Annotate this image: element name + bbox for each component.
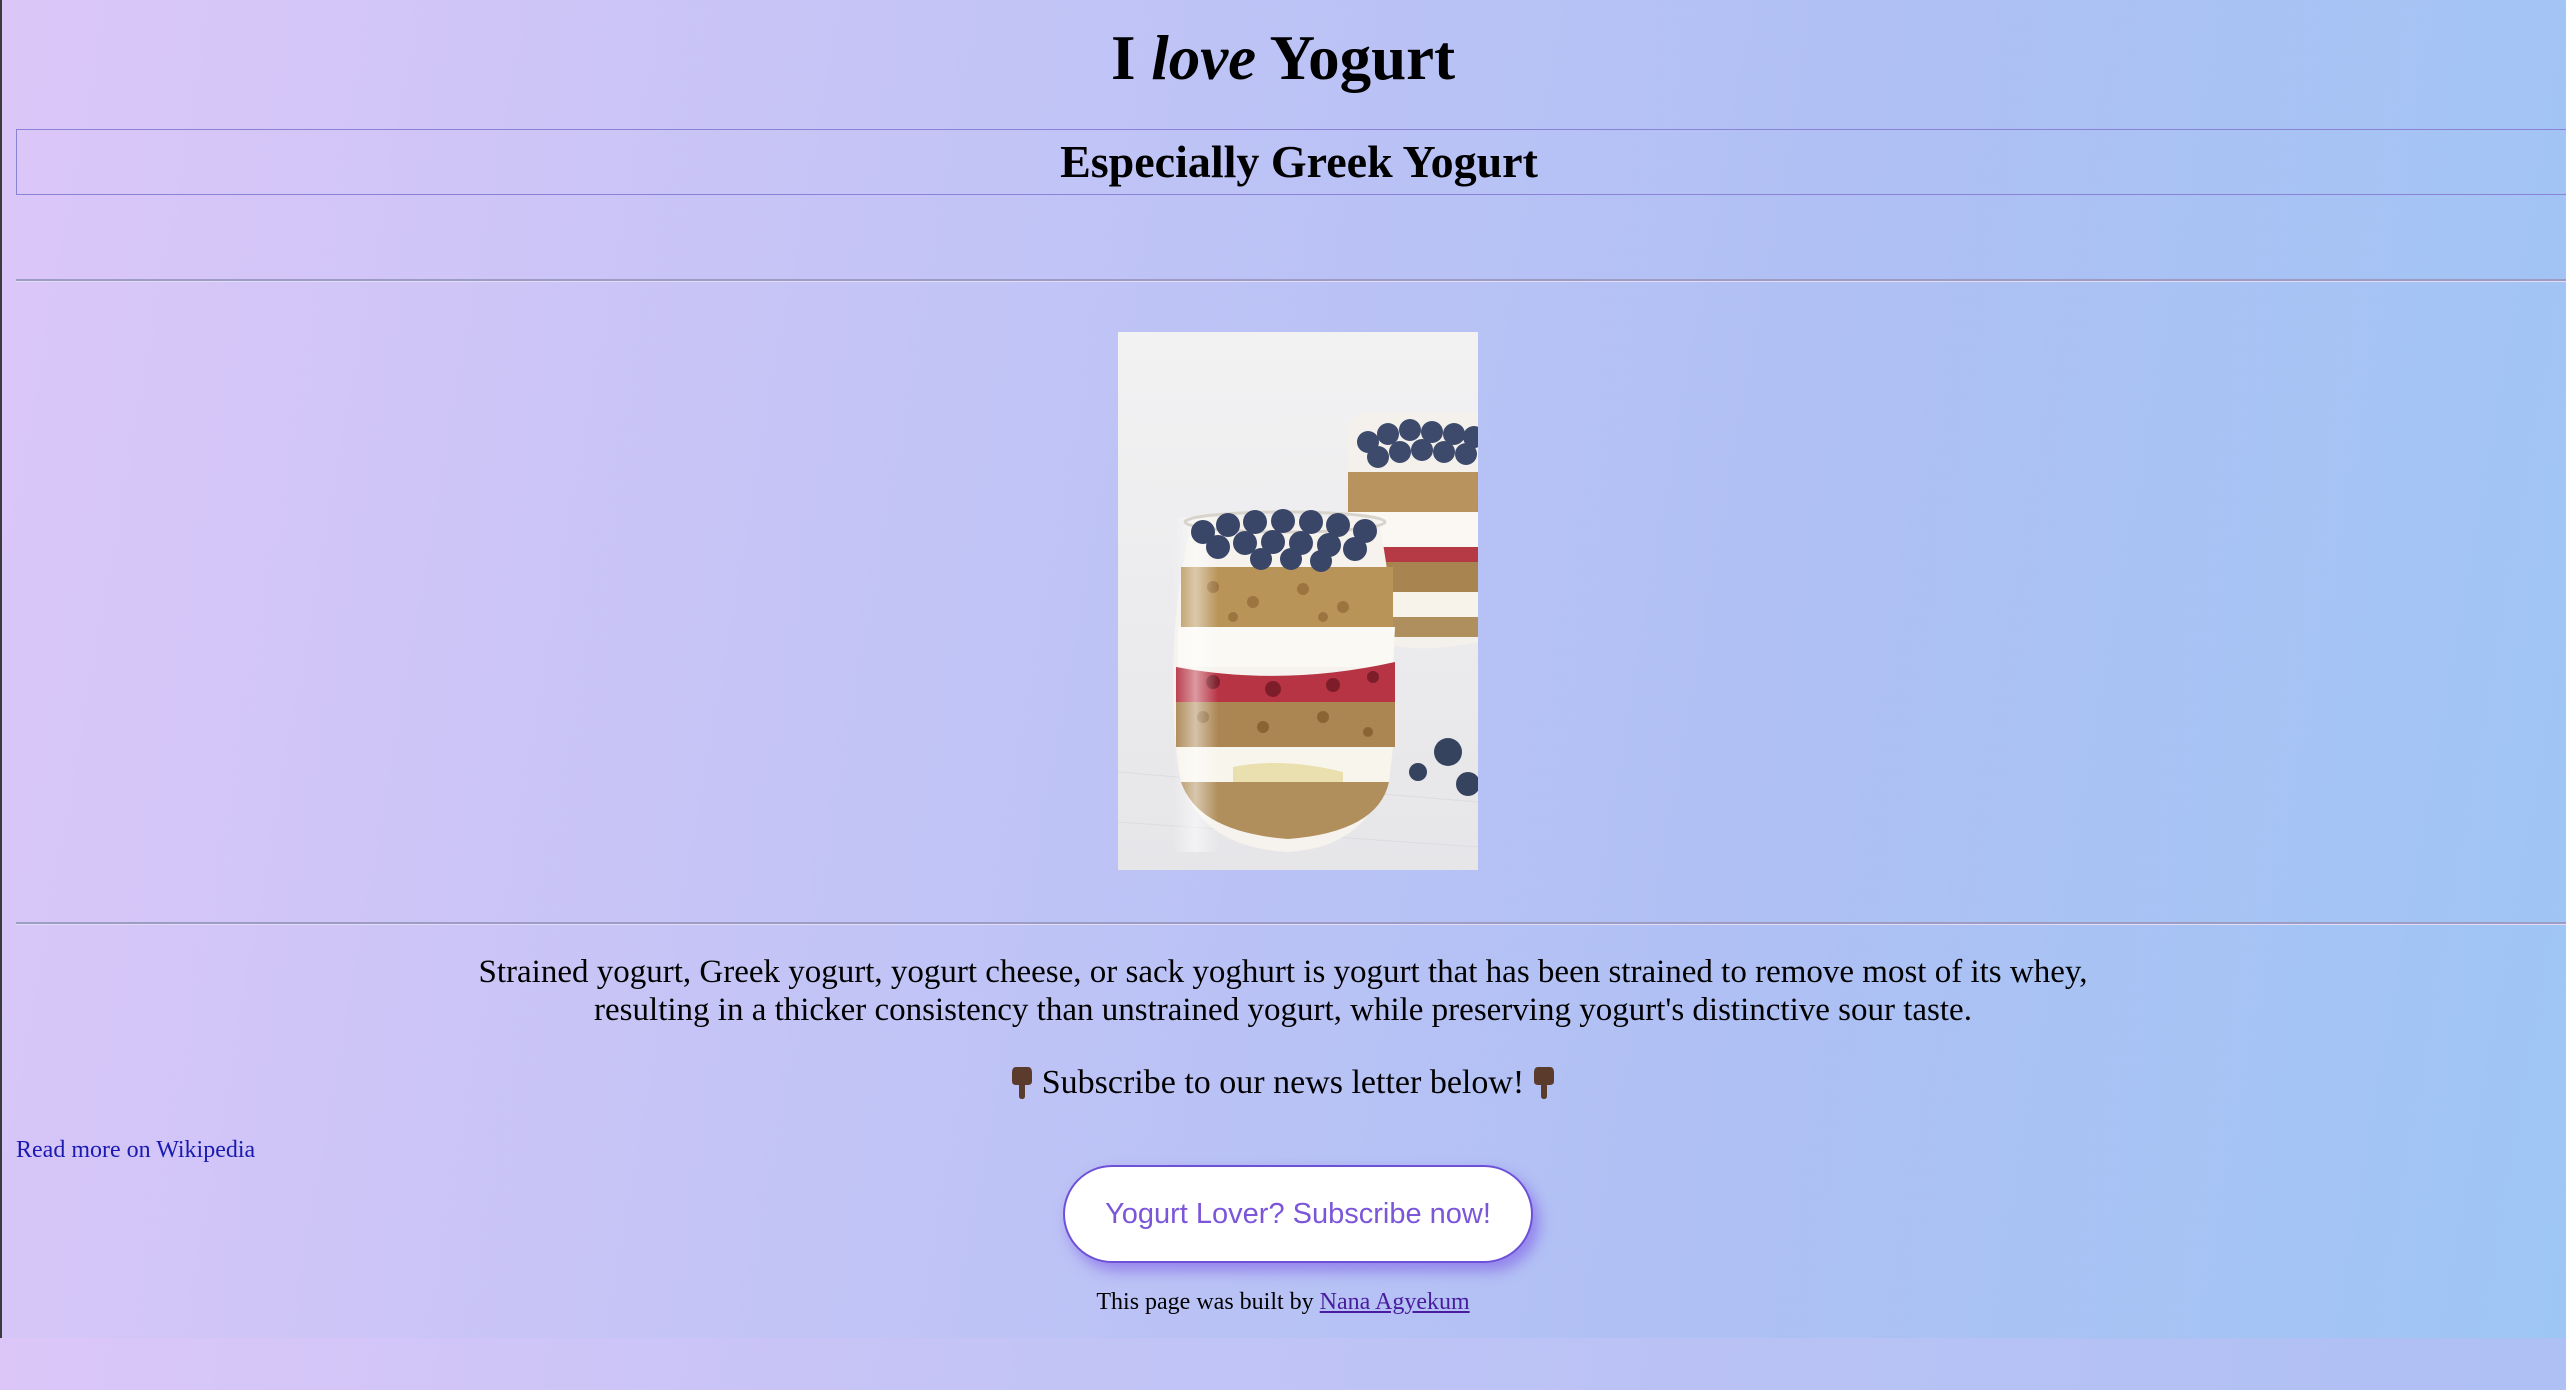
subscribe-button[interactable]: Yogurt Lover? Subscribe now! [1063,1165,1533,1263]
yogurt-parfait-image [1118,332,1478,870]
footer-credit: This page was built by Nana Agyekum [1096,1289,1470,1315]
author-link[interactable]: Nana Agyekum [1320,1289,1470,1315]
divider-bottom [16,922,2566,925]
divider-top [16,279,2566,282]
pointing-down-hand-icon [1532,1065,1556,1099]
page-title: I love Yogurt [1110,23,1456,93]
pointing-down-hand-icon [1010,1065,1034,1099]
wikipedia-link[interactable]: Read more on Wikipedia [16,1134,255,1166]
yogurt-description: Strained yogurt, Greek yogurt, yogurt ch… [478,954,2088,1028]
page-left-border [0,0,2,1338]
page-subtitle: Especially Greek Yogurt [1060,136,1538,187]
newsletter-cta: Subscribe to our news letter below! [0,1062,2566,1104]
page-bottom-band [0,1338,2566,1390]
